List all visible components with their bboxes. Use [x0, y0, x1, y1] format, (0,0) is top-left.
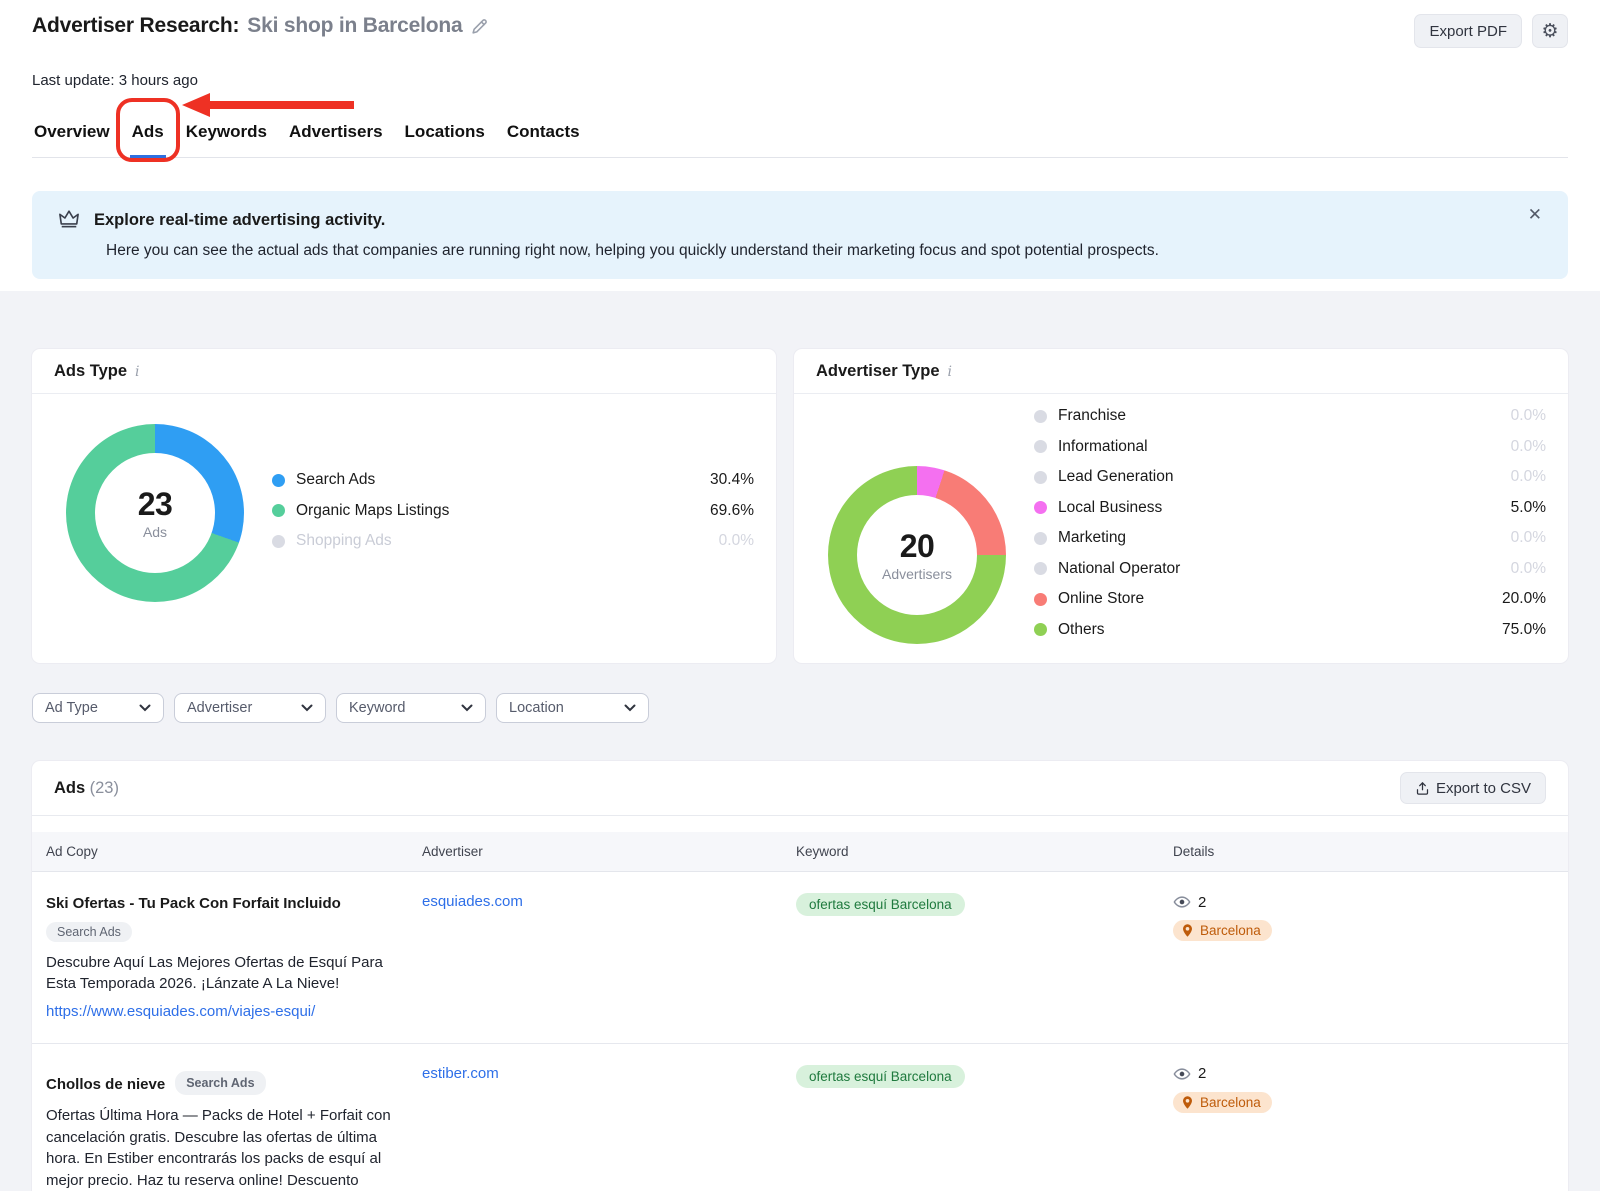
info-icon[interactable]: i: [948, 364, 952, 380]
page-title: Advertiser Research: Ski shop in Barcelo…: [32, 14, 489, 38]
gear-icon: ⚙: [1541, 20, 1558, 43]
ads-type-card: Ads Type i 23 Ads Search Ads 30.4%: [32, 349, 776, 663]
edit-pencil-icon[interactable]: [470, 17, 489, 36]
ads-table-count: (23): [90, 779, 119, 797]
chevron-down-icon: [139, 704, 151, 712]
banner-description: Here you can see the actual ads that com…: [106, 242, 1542, 260]
annotation-arrow: [182, 92, 354, 120]
legend-item-search-ads[interactable]: Search Ads 30.4%: [272, 465, 754, 496]
content-area: Ads Type i 23 Ads Search Ads 30.4%: [0, 291, 1600, 1191]
banner-close-icon[interactable]: ✕: [1528, 205, 1542, 225]
report-name: Ski shop in Barcelona: [247, 14, 462, 38]
table-row: Ski Ofertas - Tu Pack Con Forfait Inclui…: [32, 872, 1568, 1043]
page-title-prefix: Advertiser Research:: [32, 14, 239, 38]
upload-icon: [1415, 781, 1430, 796]
chevron-down-icon: [461, 704, 473, 712]
ads-type-title: Ads Type: [54, 362, 127, 381]
legend-item-franchise[interactable]: Franchise 0.0%: [1034, 401, 1546, 432]
chevron-down-icon: [301, 704, 313, 712]
advertiser-type-card: Advertiser Type i 20 Advertisers Franchi…: [794, 349, 1568, 663]
legend-dot: [1034, 410, 1047, 423]
column-advertiser: Advertiser: [422, 844, 796, 859]
legend-dot: [272, 504, 285, 517]
export-csv-button[interactable]: Export to CSV: [1400, 772, 1546, 804]
ads-type-donut-chart: 23 Ads: [66, 424, 244, 602]
ad-type-filter[interactable]: Ad Type: [32, 693, 164, 723]
legend-dot: [1034, 501, 1047, 514]
views-count: 2: [1198, 1065, 1206, 1082]
legend-item-local-business[interactable]: Local Business 5.0%: [1034, 493, 1546, 524]
info-banner: Explore real-time advertising activity. …: [32, 191, 1568, 279]
export-pdf-button[interactable]: Export PDF: [1414, 14, 1522, 48]
legend-dot: [1034, 532, 1047, 545]
crown-icon: [58, 208, 80, 233]
page-header: Advertiser Research: Ski shop in Barcelo…: [0, 0, 1600, 291]
last-update-text: Last update: 3 hours ago: [32, 72, 1568, 89]
location-pin-icon: [1180, 1095, 1195, 1110]
legend-item-informational[interactable]: Informational 0.0%: [1034, 432, 1546, 463]
chevron-down-icon: [624, 704, 636, 712]
legend-dot: [1034, 471, 1047, 484]
legend-item-organic-maps[interactable]: Organic Maps Listings 69.6%: [272, 496, 754, 527]
tab-advertisers[interactable]: Advertisers: [287, 122, 385, 157]
ad-description: Ofertas Última Hora — Packs de Hotel + F…: [46, 1105, 394, 1191]
table-row: Chollos de nieveSearch Ads Ofertas Últim…: [32, 1043, 1568, 1191]
advertiser-filter[interactable]: Advertiser: [174, 693, 326, 723]
settings-button[interactable]: ⚙: [1532, 14, 1568, 48]
ad-description: Descubre Aquí Las Mejores Ofertas de Esq…: [46, 952, 394, 995]
ads-type-legend: Search Ads 30.4% Organic Maps Listings 6…: [272, 465, 754, 602]
legend-item-lead-generation[interactable]: Lead Generation 0.0%: [1034, 462, 1546, 493]
keyword-filter[interactable]: Keyword: [336, 693, 486, 723]
legend-item-online-store[interactable]: Online Store 20.0%: [1034, 584, 1546, 615]
ad-title: Chollos de nieveSearch Ads: [46, 1076, 266, 1093]
column-ad-copy: Ad Copy: [46, 844, 422, 859]
ad-title: Ski Ofertas - Tu Pack Con Forfait Inclui…: [46, 895, 341, 912]
location-pill[interactable]: Barcelona: [1173, 1092, 1272, 1113]
keyword-pill[interactable]: ofertas esquí Barcelona: [796, 1065, 965, 1088]
advertiser-type-title: Advertiser Type: [816, 362, 940, 381]
tab-keywords[interactable]: Keywords: [184, 122, 269, 157]
legend-dot: [272, 474, 285, 487]
advertiser-type-donut-chart: 20 Advertisers: [828, 466, 1006, 644]
legend-item-national-operator[interactable]: National Operator 0.0%: [1034, 554, 1546, 585]
eye-icon: [1173, 1065, 1191, 1083]
location-pill[interactable]: Barcelona: [1173, 920, 1272, 941]
tab-contacts[interactable]: Contacts: [505, 122, 582, 157]
ad-url-link[interactable]: https://www.esquiades.com/viajes-esqui/: [46, 1003, 315, 1020]
legend-dot: [1034, 623, 1047, 636]
advertiser-type-legend: Franchise 0.0% Informational 0.0% Lead G…: [1034, 401, 1546, 645]
tab-overview[interactable]: Overview: [32, 122, 112, 157]
legend-dot: [272, 535, 285, 548]
advertisers-count-label: Advertisers: [882, 566, 952, 582]
views-count: 2: [1198, 894, 1206, 911]
legend-dot: [1034, 562, 1047, 575]
legend-dot: [1034, 440, 1047, 453]
advertisers-count-value: 20: [900, 528, 935, 565]
tab-ads[interactable]: Ads: [130, 122, 166, 158]
ad-type-badge: Search Ads: [175, 1071, 265, 1096]
location-filter[interactable]: Location: [496, 693, 649, 723]
advertiser-link[interactable]: estiber.com: [422, 1065, 499, 1082]
banner-title: Explore real-time advertising activity.: [94, 211, 385, 230]
info-icon[interactable]: i: [135, 364, 139, 380]
table-header-row: Ad Copy Advertiser Keyword Details: [32, 832, 1568, 872]
legend-item-others[interactable]: Others 75.0%: [1034, 615, 1546, 646]
legend-item-marketing[interactable]: Marketing 0.0%: [1034, 523, 1546, 554]
ads-count-label: Ads: [143, 524, 167, 540]
legend-item-shopping-ads[interactable]: Shopping Ads 0.0%: [272, 526, 754, 557]
filters-bar: Ad Type Advertiser Keyword Location: [32, 693, 1568, 723]
ads-table-title: Ads: [54, 779, 85, 797]
advertiser-link[interactable]: esquiades.com: [422, 893, 523, 910]
column-keyword: Keyword: [796, 844, 1173, 859]
keyword-pill[interactable]: ofertas esquí Barcelona: [796, 893, 965, 916]
legend-dot: [1034, 593, 1047, 606]
column-details: Details: [1173, 844, 1568, 859]
tab-locations[interactable]: Locations: [403, 122, 487, 157]
ad-type-badge: Search Ads: [46, 922, 132, 942]
eye-icon: [1173, 893, 1191, 911]
location-pin-icon: [1180, 923, 1195, 938]
ads-table-card: Ads (23) Export to CSV Ad Copy Advertise…: [32, 761, 1568, 1191]
tab-bar: Overview Ads Keywords Advertisers Locati…: [32, 122, 1568, 158]
ads-count-value: 23: [138, 486, 173, 523]
